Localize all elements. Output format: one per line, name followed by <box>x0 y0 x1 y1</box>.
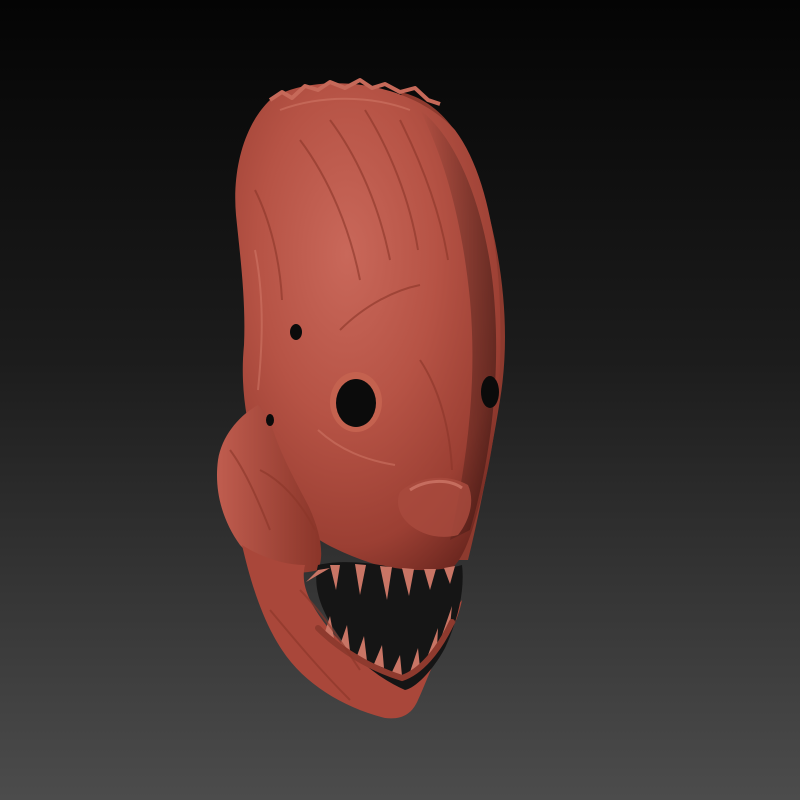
mask-render <box>0 0 800 800</box>
side-puncture <box>290 324 302 340</box>
far-eye-hole <box>481 376 499 408</box>
cheek-puncture <box>266 414 274 426</box>
sculpt-viewport <box>0 0 800 800</box>
